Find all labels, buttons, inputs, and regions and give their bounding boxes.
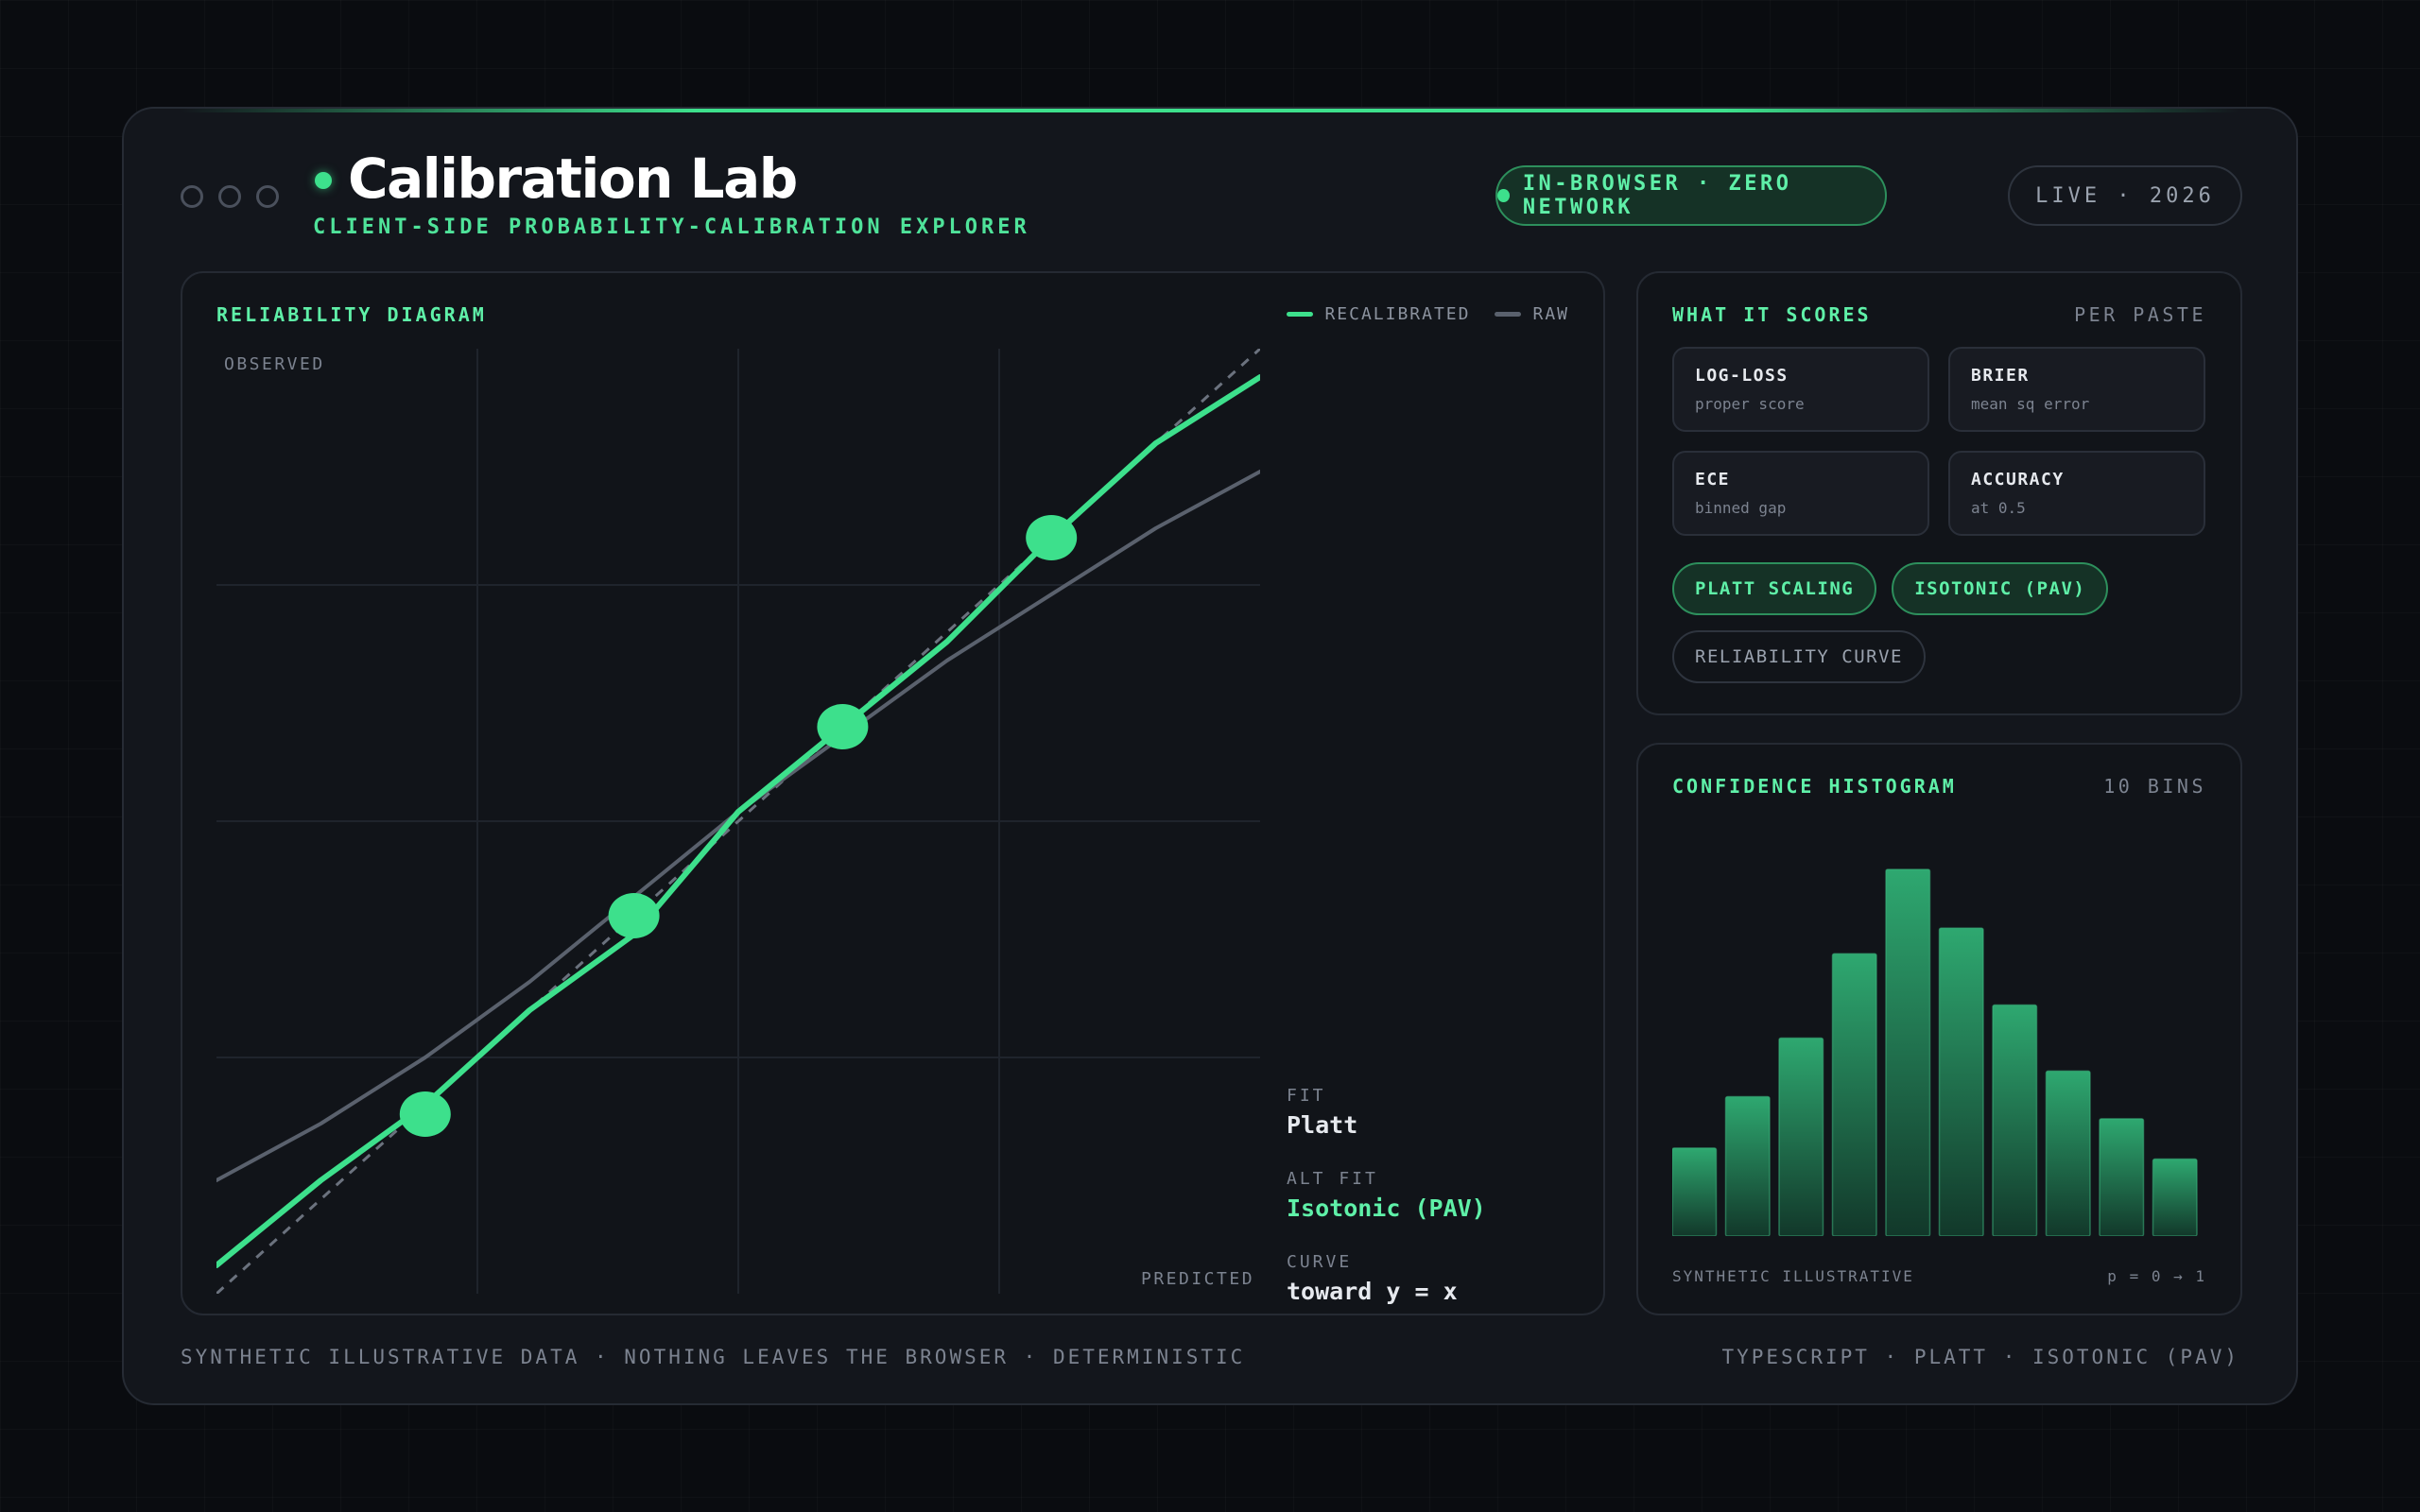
status-dot-icon bbox=[315, 172, 332, 189]
reliability-title: RELIABILITY DIAGRAM bbox=[216, 303, 487, 326]
alt-fit-value: Isotonic (PAV) bbox=[1287, 1194, 1486, 1222]
metric-card-subtitle: binned gap bbox=[1695, 499, 1787, 517]
legend-label-recalibrated: RECALIBRATED bbox=[1324, 304, 1471, 324]
scores-panel: WHAT IT SCORES PER PASTE LOG-LOSS proper… bbox=[1636, 271, 2242, 715]
footer-left: SYNTHETIC ILLUSTRATIVE DATA · NOTHING LE… bbox=[181, 1346, 1246, 1368]
online-dot-icon bbox=[1497, 189, 1510, 202]
metric-card-subtitle: mean sq error bbox=[1971, 395, 2090, 413]
metric-card-brier: BRIER mean sq error bbox=[1948, 347, 2205, 432]
chip-platt-scaling[interactable]: PLATT SCALING bbox=[1672, 562, 1877, 615]
metric-card-title: ACCURACY bbox=[1971, 470, 2065, 490]
window-control-dot[interactable] bbox=[256, 185, 279, 208]
window-control-dot[interactable] bbox=[181, 185, 203, 208]
calibration-point-marker bbox=[817, 704, 869, 749]
histogram-bar bbox=[1885, 868, 1931, 1236]
histogram-bar bbox=[1724, 1095, 1771, 1236]
chip-isotonic[interactable]: ISOTONIC (PAV) bbox=[1892, 562, 2109, 615]
metric-cards: LOG-LOSS proper score BRIER mean sq erro… bbox=[1672, 347, 2205, 536]
histogram-bar bbox=[1672, 1147, 1718, 1236]
metric-card-title: LOG-LOSS bbox=[1695, 366, 1789, 386]
chip-reliability-curve[interactable]: RELIABILITY CURVE bbox=[1672, 630, 1926, 683]
histogram-bar bbox=[1778, 1037, 1824, 1236]
legend-swatch-recalibrated bbox=[1287, 312, 1314, 317]
live-badge-label: LIVE · 2026 bbox=[2035, 183, 2215, 208]
legend-label-raw: RAW bbox=[1532, 304, 1569, 324]
curve-value: toward y = x bbox=[1287, 1278, 1458, 1305]
window-control-dot[interactable] bbox=[218, 185, 241, 208]
histogram-bar bbox=[1938, 927, 1984, 1236]
curve-label: CURVE bbox=[1287, 1252, 1353, 1272]
metric-card-ece: ECE binned gap bbox=[1672, 451, 1929, 536]
histogram-foot-left: SYNTHETIC ILLUSTRATIVE bbox=[1672, 1267, 1914, 1285]
scores-meta: PER PASTE bbox=[2074, 303, 2206, 326]
window-controls bbox=[181, 185, 279, 208]
histogram-meta: 10 BINS bbox=[2103, 775, 2206, 798]
legend-swatch-raw bbox=[1495, 312, 1522, 317]
metric-card-log-loss: LOG-LOSS proper score bbox=[1672, 347, 1929, 432]
calibration-point-marker bbox=[1026, 515, 1078, 560]
reliability-panel: RELIABILITY DIAGRAM RECALIBRATED RAW OBS… bbox=[181, 271, 1605, 1315]
network-badge-label: IN-BROWSER · ZERO NETWORK bbox=[1522, 172, 1792, 219]
fit-label: FIT bbox=[1287, 1086, 1326, 1106]
histogram-bar bbox=[1831, 953, 1877, 1236]
metric-card-accuracy: ACCURACY at 0.5 bbox=[1948, 451, 2205, 536]
alt-fit-label: ALT FIT bbox=[1287, 1169, 1378, 1189]
metric-card-subtitle: at 0.5 bbox=[1971, 499, 2026, 517]
scores-title: WHAT IT SCORES bbox=[1672, 303, 1872, 326]
histogram-bar bbox=[2099, 1118, 2145, 1236]
metric-card-subtitle: proper score bbox=[1695, 395, 1805, 413]
method-chips: PLATT SCALING ISOTONIC (PAV) RELIABILITY… bbox=[1672, 562, 2211, 683]
fit-value: Platt bbox=[1287, 1111, 1358, 1139]
calibration-point-marker bbox=[399, 1091, 451, 1137]
live-badge: LIVE · 2026 bbox=[2008, 165, 2242, 226]
chart-legend: RECALIBRATED RAW bbox=[1287, 304, 1569, 324]
histogram-foot-right: p = 0 → 1 bbox=[2107, 1267, 2206, 1285]
accent-line bbox=[181, 109, 2239, 112]
app-window: Calibration Lab CLIENT-SIDE PROBABILITY-… bbox=[122, 107, 2298, 1405]
fit-info: FIT Platt ALT FIT Isotonic (PAV) CURVE t… bbox=[1287, 1086, 1486, 1335]
metric-card-title: BRIER bbox=[1971, 366, 2030, 386]
app-subtitle: CLIENT-SIDE PROBABILITY-CALIBRATION EXPL… bbox=[313, 215, 1030, 239]
reliability-chart bbox=[216, 349, 1260, 1294]
metric-card-title: ECE bbox=[1695, 470, 1731, 490]
histogram-bar bbox=[2045, 1070, 2091, 1236]
histogram-panel: CONFIDENCE HISTOGRAM 10 BINS SYNTHETIC I… bbox=[1636, 743, 2242, 1315]
histogram-title: CONFIDENCE HISTOGRAM bbox=[1672, 775, 1957, 798]
network-badge: IN-BROWSER · ZERO NETWORK bbox=[1495, 165, 1887, 226]
confidence-histogram bbox=[1672, 868, 2198, 1236]
histogram-bar bbox=[1992, 1004, 2038, 1236]
histogram-bar bbox=[2152, 1158, 2198, 1236]
calibration-point-marker bbox=[608, 893, 660, 938]
app-title: Calibration Lab bbox=[348, 146, 798, 211]
footer-right: TYPESCRIPT · PLATT · ISOTONIC (PAV) bbox=[1721, 1346, 2239, 1368]
